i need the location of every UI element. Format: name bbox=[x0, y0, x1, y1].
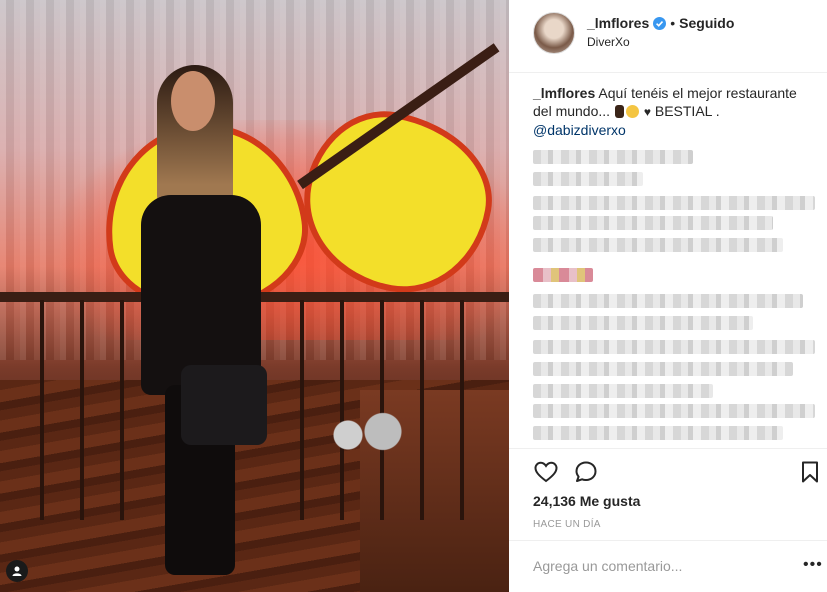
follow-button[interactable]: Seguido bbox=[679, 15, 734, 31]
post-header: _lmflores • Seguido DiverXo bbox=[509, 0, 827, 73]
comment-input[interactable] bbox=[533, 556, 783, 576]
mention-link[interactable]: @dabizdiverxo bbox=[533, 122, 626, 138]
blurred-comment bbox=[533, 384, 713, 398]
verified-badge-icon bbox=[653, 17, 667, 30]
comment-icon[interactable] bbox=[573, 459, 599, 485]
baluster bbox=[120, 300, 124, 520]
baluster bbox=[300, 300, 304, 520]
blurred-comment bbox=[533, 294, 803, 308]
blurred-comment bbox=[533, 216, 773, 230]
likes-count[interactable]: 24,136 Me gusta bbox=[533, 493, 640, 509]
caption: _lmflores Aquí tenéis el mejor restauran… bbox=[533, 84, 813, 139]
timestamp[interactable]: HACE UN DÍA bbox=[533, 519, 601, 530]
post-details-panel: _lmflores • Seguido DiverXo _lmflores Aquí… bbox=[509, 0, 827, 592]
header-user-line: _lmflores • Seguido bbox=[587, 15, 734, 31]
blurred-comment bbox=[533, 196, 815, 210]
heart-icon[interactable] bbox=[533, 459, 559, 485]
comment-divider bbox=[509, 540, 827, 541]
person-figure bbox=[135, 65, 275, 575]
post-photo[interactable] bbox=[0, 0, 509, 592]
separator-dot: • bbox=[670, 15, 676, 31]
baluster bbox=[420, 300, 424, 520]
baluster bbox=[460, 300, 464, 520]
blurred-emoji-row bbox=[533, 268, 593, 282]
caption-text-end: BESTIAL . bbox=[654, 103, 720, 119]
blurred-comment bbox=[533, 150, 693, 164]
caption-username[interactable]: _lmflores bbox=[533, 85, 595, 101]
blurred-comment bbox=[533, 426, 783, 440]
blurred-comment bbox=[533, 340, 815, 354]
person-bag bbox=[181, 365, 267, 445]
blurred-comment bbox=[533, 172, 643, 186]
metal-ant-sculpture bbox=[318, 400, 418, 470]
baluster bbox=[80, 300, 84, 520]
more-options-icon[interactable]: ••• bbox=[803, 557, 823, 573]
blurred-comment bbox=[533, 362, 793, 376]
avatar[interactable] bbox=[533, 12, 575, 54]
actions-divider bbox=[509, 448, 827, 449]
location-link[interactable]: DiverXo bbox=[587, 35, 630, 49]
user-tag-icon[interactable] bbox=[6, 560, 28, 582]
blurred-comment bbox=[533, 316, 753, 330]
person-face bbox=[171, 71, 215, 131]
grinning-face-emoji-icon bbox=[625, 105, 639, 118]
baluster bbox=[40, 300, 44, 520]
black-heart-emoji-icon: ♥ bbox=[643, 105, 651, 119]
blurred-comment bbox=[533, 238, 783, 252]
bookmark-icon[interactable] bbox=[797, 459, 823, 485]
username-link[interactable]: _lmflores bbox=[587, 15, 649, 31]
raised-hands-emoji-icon bbox=[614, 105, 624, 118]
blurred-comment bbox=[533, 404, 815, 418]
